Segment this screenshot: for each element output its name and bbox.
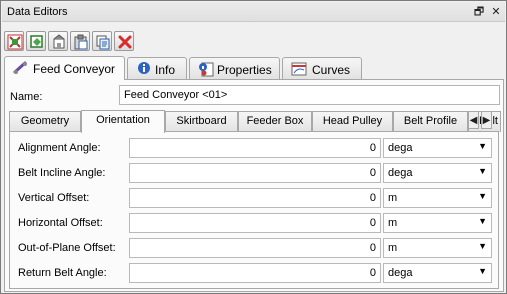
delete-icon	[118, 35, 132, 49]
duplicate-button[interactable]	[92, 31, 112, 51]
tab-scroll-left-icon[interactable]: ◀	[468, 111, 479, 129]
unit-value: m	[388, 192, 398, 204]
tab-feeder-box[interactable]: Feeder Box	[238, 111, 312, 132]
horizontal-offset-unit-select[interactable]: m	[383, 213, 492, 233]
import-button[interactable]	[48, 31, 68, 51]
field-row: Horizontal Offset: 0 m	[10, 213, 498, 234]
restore-icon[interactable]: 🗗	[472, 5, 486, 19]
sub-tabs: Geometry Orientation Skirtboard Feeder B…	[9, 110, 501, 133]
chevron-down-icon	[478, 141, 487, 151]
belt-incline-angle-input[interactable]: 0	[129, 163, 381, 183]
copy-object-button[interactable]	[26, 31, 46, 51]
field-label: Out-of-Plane Offset:	[18, 242, 116, 254]
field-label: Alignment Angle:	[18, 142, 101, 154]
unit-value: m	[388, 242, 398, 254]
chevron-down-icon	[478, 241, 487, 251]
tab-belt-profile[interactable]: Belt Profile	[393, 111, 468, 132]
tab-label: Properties	[217, 63, 272, 77]
field-row: Out-of-Plane Offset: 0 m	[10, 238, 498, 259]
close-icon[interactable]: ✕	[489, 5, 503, 19]
create-icon	[7, 34, 23, 50]
field-row: Alignment Angle: 0 dega	[10, 138, 498, 159]
tab-curves[interactable]: Curves	[282, 57, 362, 79]
import-icon	[53, 34, 65, 49]
return-belt-angle-input[interactable]: 0	[129, 263, 381, 283]
tab-orientation[interactable]: Orientation	[81, 110, 165, 133]
chevron-down-icon	[478, 191, 487, 201]
alignment-angle-unit-select[interactable]: dega	[383, 138, 492, 158]
properties-icon	[199, 62, 214, 77]
unit-value: dega	[388, 167, 413, 179]
orientation-panel: Alignment Angle: 0 dega Belt Incline Ang…	[9, 131, 499, 289]
tab-properties[interactable]: Properties	[189, 57, 280, 79]
chevron-down-icon	[478, 216, 487, 226]
field-label: Vertical Offset:	[18, 192, 90, 204]
vertical-offset-input[interactable]: 0	[129, 188, 381, 208]
feed-conveyor-panel: Name: Feed Conveyor <01> Geometry Orient…	[4, 79, 504, 292]
horizontal-offset-input[interactable]: 0	[129, 213, 381, 233]
field-row: Vertical Offset: 0 m	[10, 188, 498, 209]
field-label: Return Belt Angle:	[18, 267, 107, 279]
tab-scroll-right-icon[interactable]: ▶	[481, 111, 492, 129]
tab-feed-conveyor[interactable]: Feed Conveyor	[4, 56, 125, 80]
field-label: Horizontal Offset:	[18, 217, 103, 229]
tab-skirtboard[interactable]: Skirtboard	[165, 111, 238, 132]
data-editors-window: Data Editors 🗗 ✕ Feed Conveyor Info Prop…	[0, 0, 507, 294]
duplicate-icon	[96, 35, 110, 50]
title-bar: Data Editors 🗗 ✕	[2, 2, 505, 22]
unit-value: dega	[388, 142, 413, 154]
window-title: Data Editors	[7, 6, 68, 18]
tab-label: Info	[155, 63, 176, 77]
chevron-down-icon	[478, 266, 487, 276]
curves-icon	[291, 62, 307, 76]
tab-info[interactable]: Info	[127, 57, 187, 79]
main-tabs: Feed Conveyor Info Properties Curves	[4, 56, 504, 80]
field-row: Belt Incline Angle: 0 dega	[10, 163, 498, 184]
name-label: Name:	[10, 91, 43, 103]
field-label: Belt Incline Angle:	[18, 167, 106, 179]
chevron-down-icon	[478, 166, 487, 176]
conveyor-icon	[13, 61, 27, 74]
name-input[interactable]: Feed Conveyor <01>	[119, 85, 500, 105]
tab-head-pulley[interactable]: Head Pulley	[312, 111, 393, 132]
return-belt-angle-unit-select[interactable]: dega	[383, 263, 492, 283]
out-of-plane-offset-unit-select[interactable]: m	[383, 238, 492, 258]
info-icon	[138, 62, 150, 74]
create-button[interactable]	[4, 31, 24, 51]
paste-icon	[74, 34, 88, 50]
field-row: Return Belt Angle: 0 dega	[10, 263, 498, 284]
vertical-offset-unit-select[interactable]: m	[383, 188, 492, 208]
copy-object-icon	[30, 35, 43, 48]
out-of-plane-offset-input[interactable]: 0	[129, 238, 381, 258]
unit-value: m	[388, 217, 398, 229]
delete-button[interactable]	[114, 31, 134, 51]
alignment-angle-input[interactable]: 0	[129, 138, 381, 158]
belt-incline-angle-unit-select[interactable]: dega	[383, 163, 492, 183]
tab-label: Feed Conveyor	[33, 62, 116, 76]
paste-button[interactable]	[70, 31, 90, 51]
unit-value: dega	[388, 267, 413, 279]
tab-geometry[interactable]: Geometry	[9, 111, 81, 132]
tab-label: Curves	[312, 63, 351, 77]
